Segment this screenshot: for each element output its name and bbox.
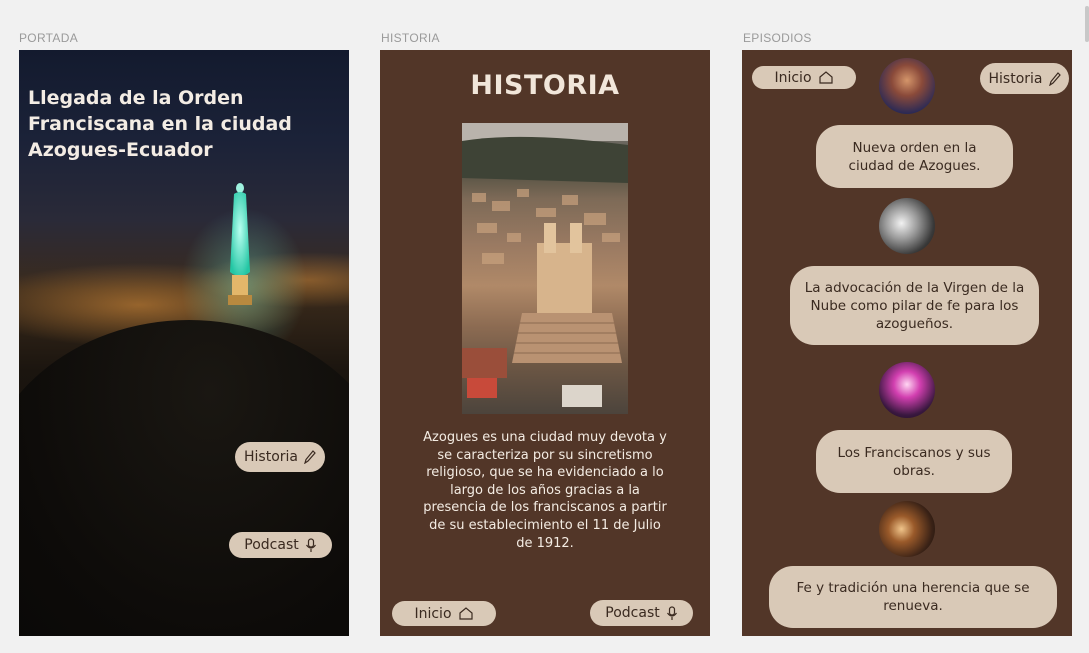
podcast-button-label: Podcast — [244, 537, 299, 553]
episode-title: Fe y tradición una herencia que se renue… — [796, 580, 1030, 614]
inicio-button-label: Inicio — [774, 69, 812, 86]
pencil-icon — [1048, 71, 1061, 86]
frame-label-historia: HISTORIA — [381, 31, 440, 45]
microphone-icon — [666, 605, 677, 620]
podcast-button[interactable]: Podcast — [590, 600, 693, 626]
frame-label-episodios: EPISODIOS — [743, 31, 812, 45]
episode-item-4[interactable]: Fe y tradición una herencia que se renue… — [769, 566, 1057, 628]
inicio-button-label: Inicio — [414, 605, 452, 622]
inicio-button[interactable]: Inicio — [752, 66, 856, 89]
podcast-button[interactable]: Podcast — [229, 532, 332, 558]
portada-frame: Llegada de la Orden Franciscana en la ci… — [19, 50, 349, 636]
episode-item-1[interactable]: Nueva orden en la ciudad de Azogues. — [816, 125, 1013, 188]
microphone-icon — [305, 537, 316, 552]
episodios-frame: Inicio Historia Nueva orden en la ciudad… — [742, 50, 1072, 636]
episode-title: Los Franciscanos y sus obras. — [837, 444, 991, 479]
episode-item-3[interactable]: Los Franciscanos y sus obras. — [816, 430, 1012, 493]
historia-button[interactable]: Historia — [235, 442, 325, 472]
historia-frame: HISTORIA Azogues es una ciudad muy devot… — [380, 50, 710, 636]
episode-thumbnail-church[interactable] — [879, 58, 935, 114]
inicio-button[interactable]: Inicio — [392, 601, 496, 626]
episode-thumbnail-candles[interactable] — [879, 501, 935, 557]
hill-silhouette — [19, 320, 349, 636]
historia-body-text: Azogues es una ciudad muy devota y se ca… — [423, 430, 667, 551]
scrollbar[interactable] — [1085, 6, 1089, 42]
historia-button-label: Historia — [244, 449, 298, 465]
frame-label-portada: PORTADA — [19, 31, 79, 45]
podcast-button-label: Podcast — [605, 605, 660, 621]
historia-title: HISTORIA — [470, 70, 620, 101]
historia-button[interactable]: Historia — [980, 63, 1069, 94]
cover-title: Llegada de la Orden Franciscana en la ci… — [28, 87, 292, 161]
home-icon — [458, 607, 473, 620]
episode-thumbnail-archive[interactable] — [879, 198, 935, 254]
home-icon — [818, 71, 833, 84]
episode-item-2[interactable]: La advocación de la Virgen de la Nube co… — [790, 266, 1039, 345]
pencil-icon — [304, 450, 316, 464]
episode-title: Nueva orden en la ciudad de Azogues. — [848, 139, 981, 174]
azogues-aerial-photo — [462, 123, 628, 414]
episode-title: La advocación de la Virgen de la Nube co… — [804, 279, 1025, 332]
historia-button-label: Historia — [988, 70, 1043, 87]
virgin-statue-image — [228, 183, 252, 305]
episode-thumbnail-statue[interactable] — [879, 362, 935, 418]
